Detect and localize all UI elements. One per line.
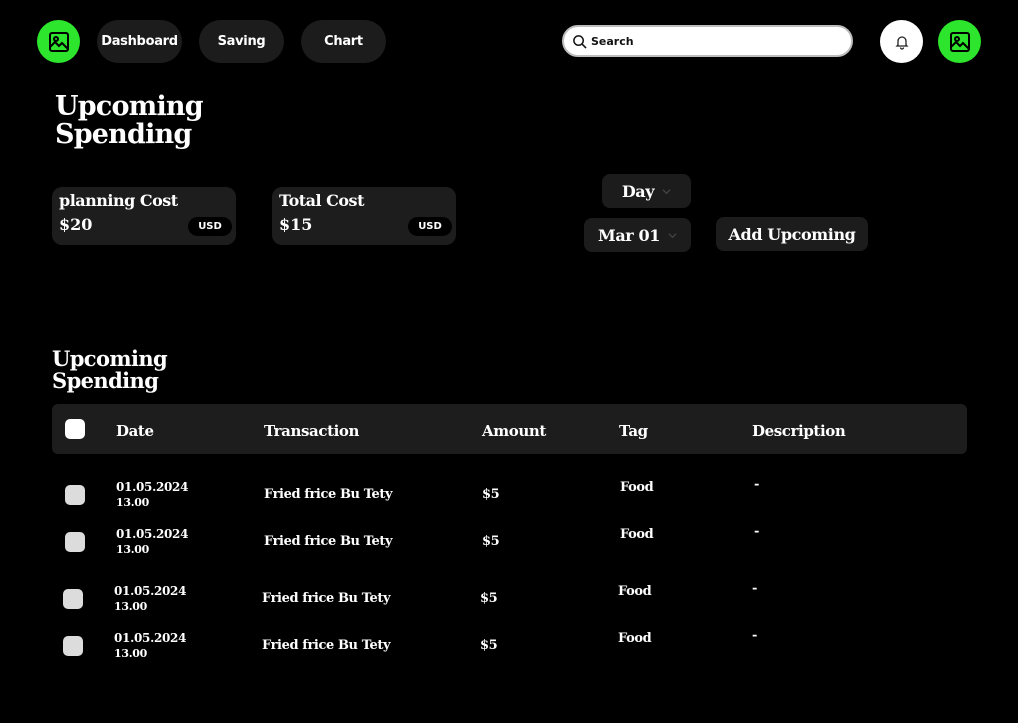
- nav-dashboard[interactable]: Dashboard: [97, 20, 182, 63]
- row-datetime: 01.05.2024 13.00: [114, 584, 187, 613]
- row-checkbox[interactable]: [65, 485, 85, 505]
- date-dropdown[interactable]: Mar 01: [584, 218, 691, 252]
- nav-saving[interactable]: Saving: [199, 20, 284, 63]
- planning-cost-card: planning Cost $20 USD: [52, 187, 236, 245]
- add-upcoming-button[interactable]: Add Upcoming: [716, 217, 868, 251]
- search-placeholder: Search: [591, 34, 634, 48]
- row-amount: $5: [480, 638, 498, 653]
- row-datetime: 01.05.2024 13.00: [116, 480, 189, 509]
- bell-icon: [894, 35, 909, 50]
- page-title: Upcoming Spending: [55, 91, 204, 150]
- currency-badge: USD: [188, 217, 232, 236]
- table-row[interactable]: 01.05.2024 13.00 Fried frice Bu Tety $5 F…: [52, 524, 967, 568]
- row-tag: Food: [620, 480, 654, 495]
- row-transaction: Fried frice Bu Tety: [264, 487, 393, 502]
- table-row[interactable]: 01.05.2024 13.00 Fried frice Bu Tety $5 F…: [50, 628, 965, 672]
- planning-cost-value: $20: [59, 215, 93, 234]
- row-tag: Food: [620, 527, 654, 542]
- total-cost-value: $15: [279, 215, 313, 234]
- row-amount: $5: [482, 534, 500, 549]
- period-dropdown[interactable]: Day: [602, 174, 691, 208]
- column-header-description[interactable]: Description: [752, 422, 846, 440]
- column-header-tag[interactable]: Tag: [619, 422, 648, 440]
- table-row[interactable]: 01.05.2024 13.00 Fried frice Bu Tety $5 F…: [52, 477, 967, 521]
- row-checkbox[interactable]: [63, 589, 83, 609]
- chevron-down-icon: [662, 188, 671, 194]
- column-header-transaction[interactable]: Transaction: [264, 422, 359, 440]
- column-header-date[interactable]: Date: [116, 422, 154, 440]
- table-title: Upcoming Spending: [52, 346, 168, 393]
- row-description: -: [754, 477, 759, 492]
- total-cost-card: Total Cost $15 USD: [272, 187, 456, 245]
- logo-button[interactable]: [37, 20, 80, 63]
- row-description: -: [754, 524, 759, 539]
- row-datetime: 01.05.2024 13.00: [116, 527, 189, 556]
- period-value: Day: [621, 181, 655, 201]
- image-icon: [949, 31, 970, 52]
- search-input[interactable]: Search: [562, 25, 853, 57]
- row-amount: $5: [482, 487, 500, 502]
- nav-chart[interactable]: Chart: [301, 20, 386, 63]
- notifications-button[interactable]: [880, 20, 923, 63]
- total-cost-label: Total Cost: [279, 191, 364, 210]
- row-transaction: Fried frice Bu Tety: [262, 638, 391, 653]
- row-tag: Food: [618, 584, 652, 599]
- row-description: -: [752, 628, 757, 643]
- row-checkbox[interactable]: [65, 532, 85, 552]
- row-checkbox[interactable]: [63, 636, 83, 656]
- currency-badge: USD: [408, 217, 452, 236]
- select-all-checkbox[interactable]: [65, 419, 85, 439]
- row-tag: Food: [618, 631, 652, 646]
- row-transaction: Fried frice Bu Tety: [264, 534, 393, 549]
- table-header: Date Transaction Amount Tag Description: [52, 404, 967, 454]
- date-value: Mar 01: [598, 225, 660, 245]
- row-transaction: Fried frice Bu Tety: [262, 591, 391, 606]
- chevron-down-icon: [668, 232, 677, 238]
- planning-cost-label: planning Cost: [59, 191, 178, 210]
- table-row[interactable]: 01.05.2024 13.00 Fried frice Bu Tety $5 F…: [50, 581, 965, 625]
- row-description: -: [752, 581, 757, 596]
- avatar[interactable]: [938, 20, 981, 63]
- column-header-amount[interactable]: Amount: [482, 422, 546, 440]
- search-icon: [573, 34, 587, 49]
- image-icon: [48, 31, 69, 52]
- row-amount: $5: [480, 591, 498, 606]
- row-datetime: 01.05.2024 13.00: [114, 631, 187, 660]
